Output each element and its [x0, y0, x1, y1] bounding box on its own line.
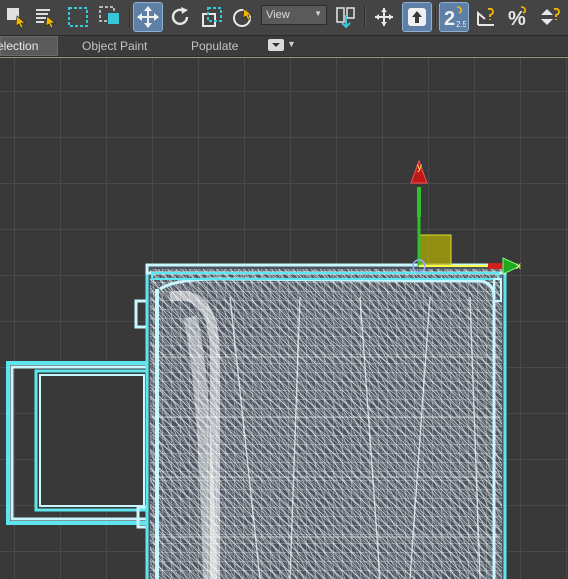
select-and-move-icon[interactable]	[133, 2, 163, 32]
svg-text:%: %	[508, 8, 526, 29]
gizmo-x-handle	[488, 263, 504, 269]
snaps-toggle-icon[interactable]: 2 2.5	[439, 2, 469, 32]
mug-body-wireframe[interactable]	[145, 263, 507, 579]
tab-object-paint-label: Object Paint	[82, 39, 148, 53]
snap-mode-label: 2.5	[456, 20, 466, 29]
select-and-manipulate-icon[interactable]	[229, 3, 257, 31]
select-object-icon[interactable]	[2, 3, 30, 31]
ribbon-options-button[interactable]	[268, 39, 284, 51]
keyboard-shortcut-override-icon[interactable]	[402, 2, 432, 32]
angle-snap-icon[interactable]	[472, 3, 500, 31]
svg-text:2: 2	[444, 8, 455, 29]
tab-object-paint[interactable]: Object Paint	[82, 36, 147, 56]
select-and-rotate-icon[interactable]	[166, 3, 194, 31]
tab-populate-label: Populate	[191, 39, 239, 53]
select-by-name-icon[interactable]	[32, 3, 60, 31]
ribbon-tab-bar: election Object Paint Populate ▼	[0, 35, 568, 57]
mug-handle-wireframe[interactable]	[6, 299, 155, 529]
reference-coordinate-system-dropdown[interactable]: View ▼	[261, 5, 327, 25]
toolbar-separator	[129, 6, 131, 28]
tab-selection-label: election	[0, 39, 39, 53]
toolbar-separator	[364, 6, 366, 28]
viewport-top[interactable]: y x	[0, 57, 568, 579]
tab-populate[interactable]: Populate	[191, 36, 238, 56]
select-and-scale-icon[interactable]	[198, 3, 226, 31]
toolbar-separator	[435, 6, 437, 28]
percent-snap-icon[interactable]: %	[504, 3, 532, 31]
chevron-down-icon[interactable]: ▼	[287, 39, 296, 49]
window-crossing-icon[interactable]	[96, 3, 124, 31]
spinner-snap-icon[interactable]	[536, 3, 564, 31]
main-toolbar: View ▼ 2 2.5 %	[0, 0, 568, 35]
tab-selection[interactable]: election	[0, 36, 58, 56]
rectangular-selection-region-icon[interactable]	[64, 3, 92, 31]
gizmo-y-label: y	[417, 162, 422, 173]
use-pivot-center-icon[interactable]	[332, 3, 360, 31]
chevron-down-icon: ▼	[314, 9, 322, 18]
select-and-manipulate-cross-icon[interactable]	[370, 3, 398, 31]
gizmo-x-label: x	[516, 261, 521, 272]
move-transform-gizmo[interactable]: y x	[410, 159, 522, 275]
viewport-canvas: y x	[6, 159, 522, 579]
view-dropdown-label: View	[266, 9, 290, 21]
